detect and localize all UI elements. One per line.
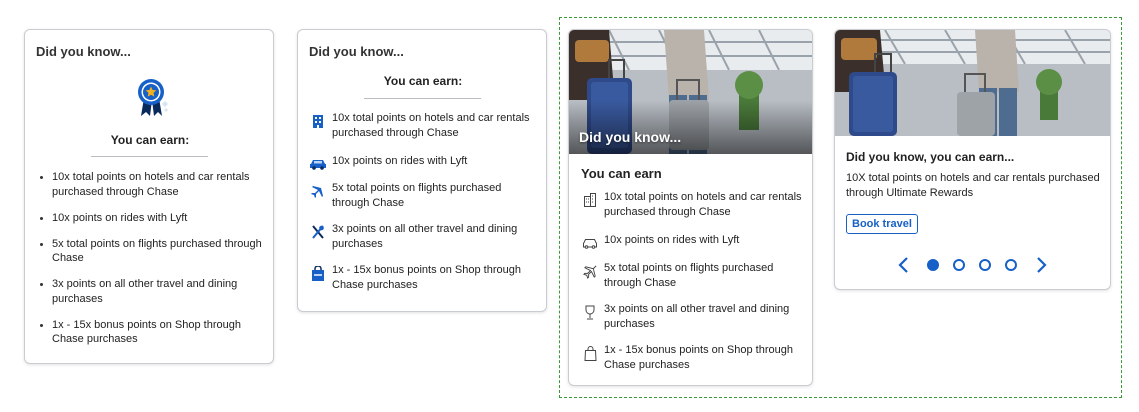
list-item: 1x - 15x bonus points on Shop through Ch… [309, 263, 541, 292]
carousel-dot[interactable] [1005, 259, 1017, 271]
card-body: 10X total points on hotels and car renta… [846, 172, 1100, 199]
list-item: 3x points on all other travel and dining… [581, 302, 806, 331]
list-item: 10x points on rides with Lyft [581, 233, 806, 252]
item-text: 3x points on all other travel and dining… [604, 303, 790, 330]
item-text: 3x points on all other travel and dining… [332, 223, 518, 250]
list-item: 3x points on all other travel and dining… [309, 222, 541, 251]
building-icon [581, 191, 599, 209]
hotel-icon [309, 112, 327, 130]
carousel-card: Did you know, you can earn... 10X total … [834, 29, 1111, 290]
list-item: 1x - 15x bonus points on Shop through Ch… [37, 318, 267, 347]
list-item: 10x points on rides with Lyft [309, 154, 541, 173]
earn-heading: You can earn [581, 166, 662, 181]
photo-caption: Did you know... [579, 129, 682, 145]
list-item: 10x total points on hotels and car renta… [37, 170, 267, 199]
shopping-bag-icon [309, 264, 327, 282]
item-text: 1x - 15x bonus points on Shop through Ch… [604, 344, 793, 371]
airport-photo [835, 30, 1110, 136]
card-title: Did you know... [309, 44, 404, 59]
item-text: 10x points on rides with Lyft [332, 155, 468, 167]
card-title: Did you know... [36, 44, 131, 59]
list-item: 5x total points on flights purchased thr… [309, 181, 541, 210]
item-text: 10x total points on hotels and car renta… [332, 112, 530, 139]
divider [91, 156, 208, 157]
airplane-icon [581, 262, 599, 280]
list-item: 10x points on rides with Lyft [37, 211, 267, 226]
item-text: 5x total points on flights purchased thr… [332, 182, 502, 209]
carousel-dot[interactable] [927, 259, 939, 271]
car-icon [581, 234, 599, 252]
award-ribbon-icon [131, 76, 171, 118]
list-item: 1x - 15x bonus points on Shop through Ch… [581, 343, 806, 372]
carousel-dot[interactable] [979, 259, 991, 271]
shopping-bag-icon [581, 344, 599, 362]
item-text: 10x total points on hotels and car renta… [604, 191, 802, 218]
item-text: 5x total points on flights purchased thr… [604, 262, 774, 289]
info-card-bulleted: Did you know... You can earn: 10x total … [24, 29, 274, 364]
car-icon [309, 155, 327, 173]
list-item: 5x total points on flights purchased thr… [37, 237, 267, 266]
wine-glass-icon [581, 303, 599, 321]
airport-photo: Did you know... [569, 30, 812, 154]
divider [364, 98, 481, 99]
book-travel-button[interactable]: Book travel [846, 214, 918, 234]
list-item: 3x points on all other travel and dining… [37, 277, 267, 306]
carousel-dot[interactable] [953, 259, 965, 271]
chevron-left-icon[interactable] [897, 256, 911, 274]
list-item: 5x total points on flights purchased thr… [581, 261, 806, 290]
item-text: 1x - 15x bonus points on Shop through Ch… [332, 264, 521, 291]
earn-heading: You can earn: [110, 133, 190, 147]
airplane-icon [309, 182, 327, 200]
earn-list: 10x total points on hotels and car renta… [37, 170, 267, 358]
info-card-photo: Did you know... You can earn 10x total p… [568, 29, 813, 386]
dining-icon [309, 223, 327, 241]
card-heading: Did you know, you can earn... [846, 150, 1015, 164]
list-item: 10x total points on hotels and car renta… [581, 190, 806, 219]
earn-heading: You can earn: [383, 74, 463, 88]
info-card-icons: Did you know... You can earn: 10x total … [297, 29, 547, 312]
item-text: 10x points on rides with Lyft [604, 234, 740, 246]
chevron-right-icon[interactable] [1034, 256, 1048, 274]
list-item: 10x total points on hotels and car renta… [309, 111, 541, 140]
